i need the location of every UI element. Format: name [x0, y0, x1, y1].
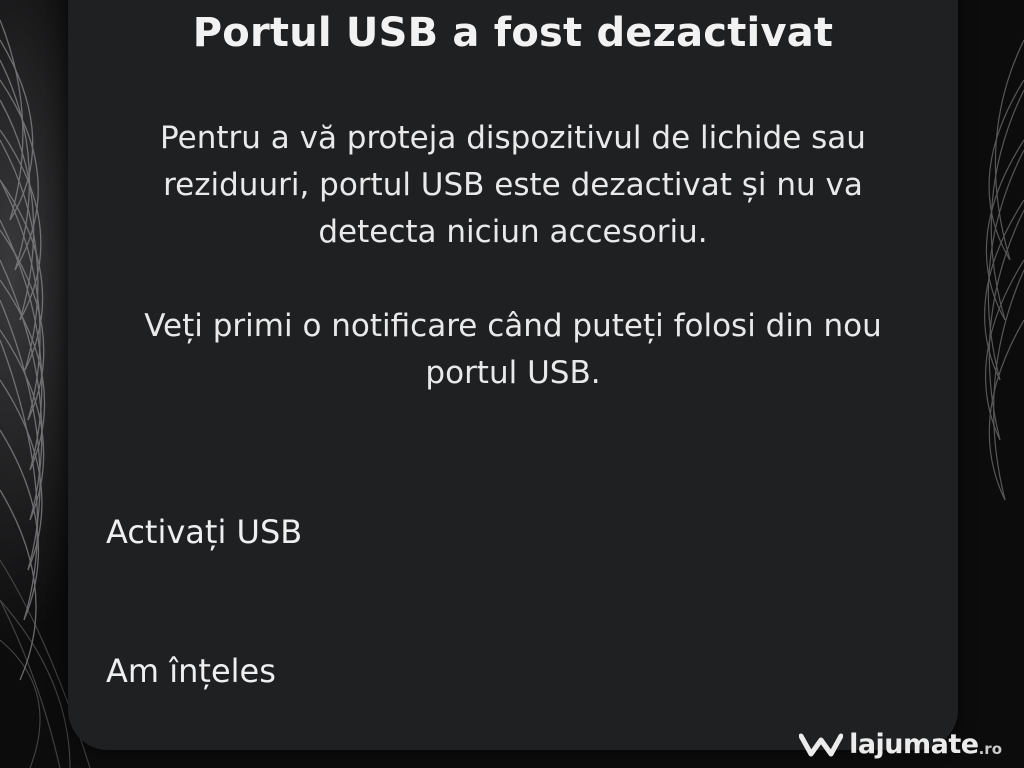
watermark-logo-icon	[799, 733, 844, 756]
enable-usb-button[interactable]: Activați USB	[68, 492, 958, 572]
dialog-message-paragraph-1: Pentru a vă proteja dispozitivul de lich…	[160, 120, 866, 250]
watermark-brand: lajumate	[849, 729, 979, 760]
phone-screen: Portul USB a fost dezactivat Pentru a vă…	[0, 0, 1024, 768]
understood-button-label: Am înțeles	[106, 652, 276, 690]
understood-button[interactable]: Am înțeles	[68, 631, 958, 711]
dialog-message: Pentru a vă proteja dispozitivul de lich…	[128, 115, 898, 397]
watermark-tld: .ro	[978, 739, 1002, 758]
dialog-message-paragraph-2: Veți primi o notificare când puteți folo…	[144, 308, 882, 391]
enable-usb-button-label: Activați USB	[106, 513, 303, 551]
watermark: lajumate .ro	[799, 729, 1002, 760]
usb-disabled-dialog: Portul USB a fost dezactivat Pentru a vă…	[68, 0, 958, 750]
dialog-title: Portul USB a fost dezactivat	[192, 10, 834, 56]
